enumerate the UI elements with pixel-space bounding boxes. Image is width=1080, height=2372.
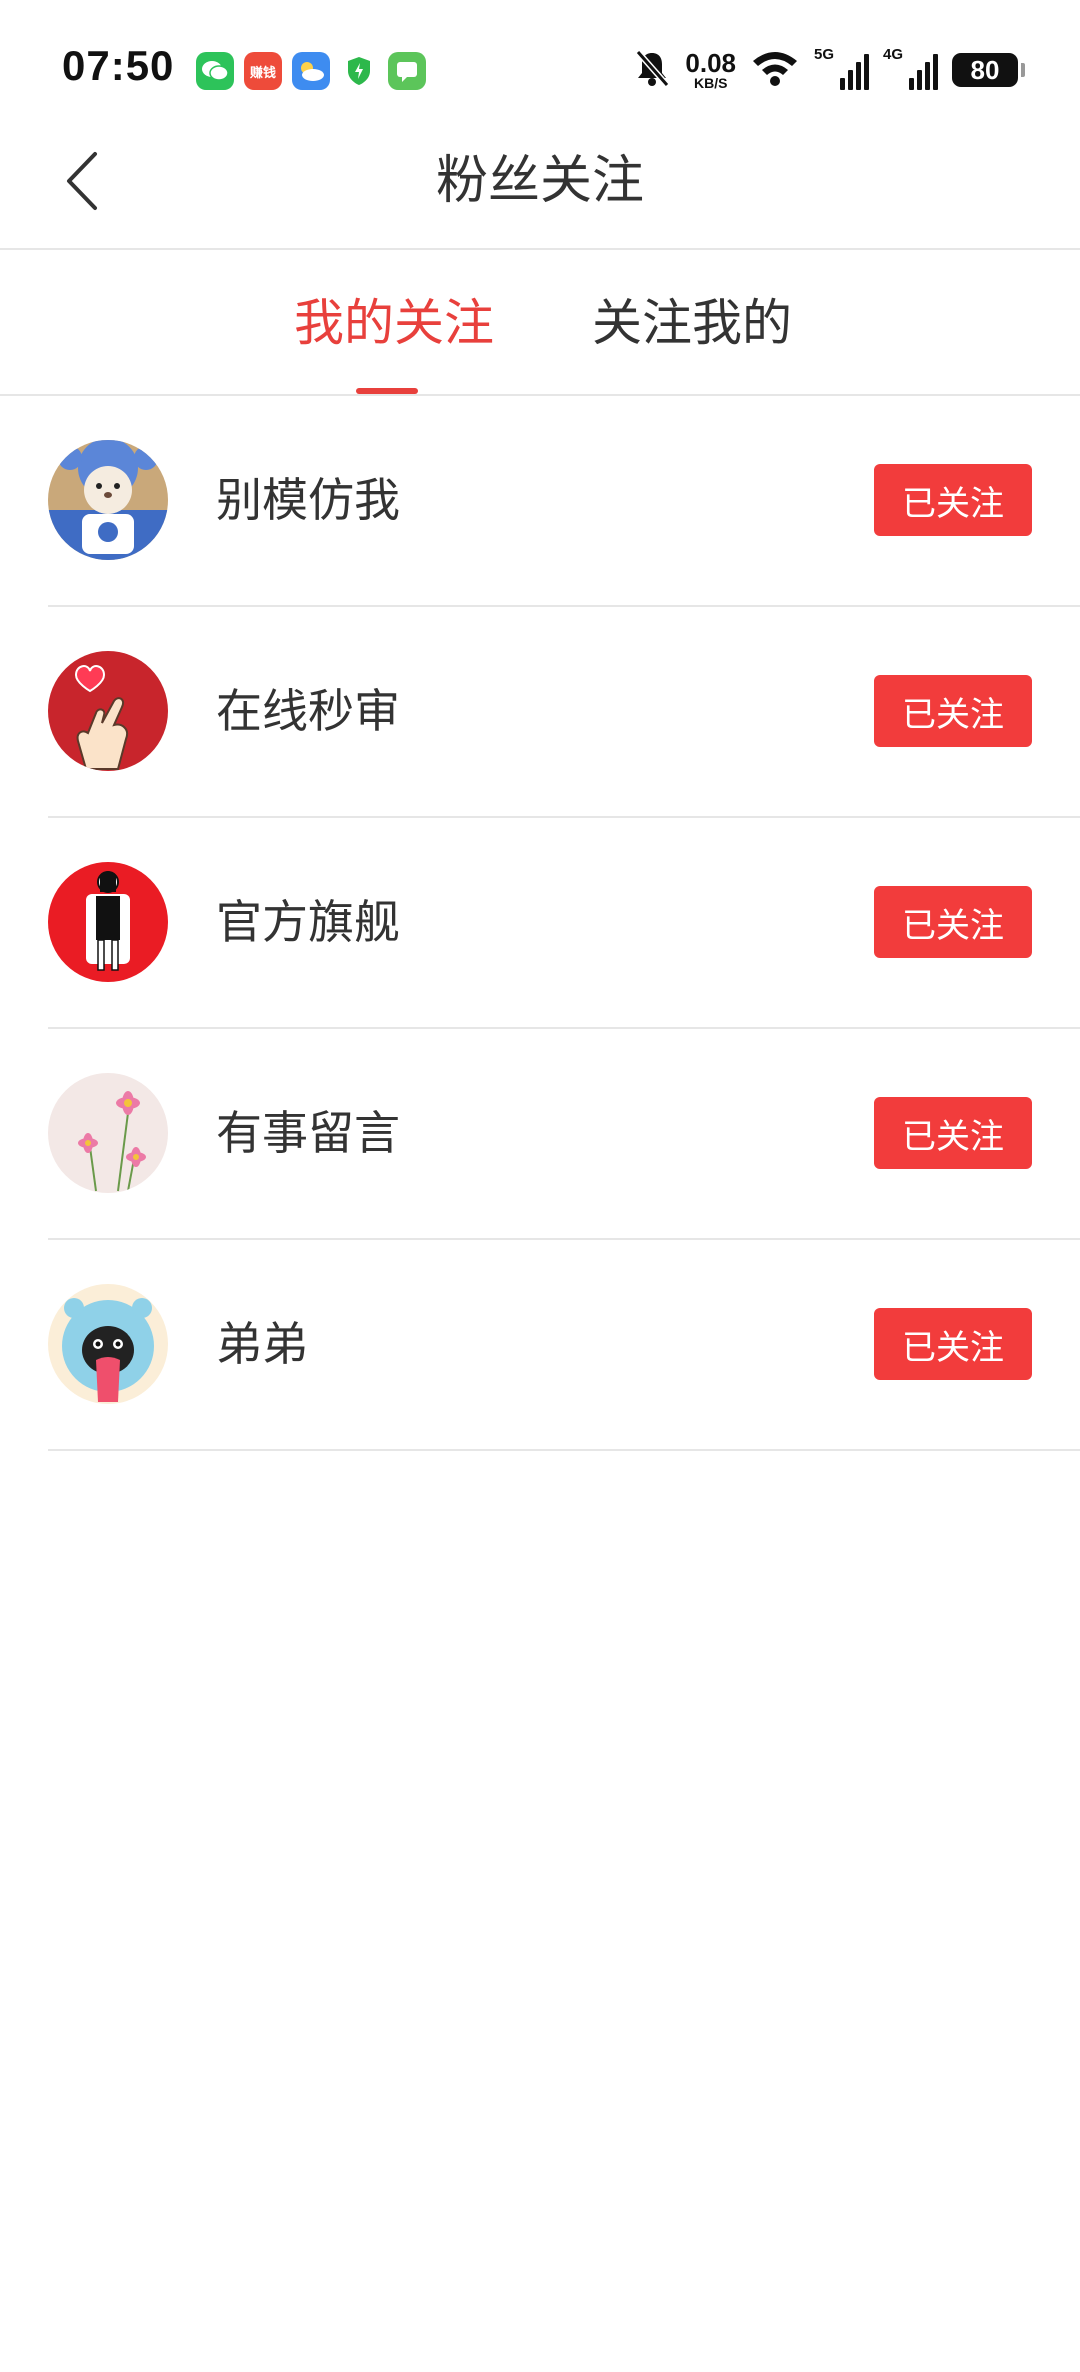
tab-my-following[interactable]: 我的关注 <box>294 288 494 358</box>
tab-bar: 我的关注 关注我的 <box>0 252 1080 396</box>
user-name[interactable]: 别模仿我 <box>216 468 400 532</box>
avatar[interactable] <box>48 862 168 982</box>
list-item[interactable]: 有事留言 已关注 <box>48 1029 1080 1240</box>
wechat-icon <box>196 52 234 90</box>
followed-button[interactable]: 已关注 <box>874 464 1032 536</box>
user-name[interactable]: 弟弟 <box>216 1312 308 1376</box>
system-status: 0.08 KB/S 5G 4G 80 <box>633 46 1025 92</box>
network-speed-value: 0.08 <box>685 48 736 78</box>
earn-money-icon: 赚钱 <box>244 52 282 90</box>
notification-icons: 赚钱 <box>196 52 426 90</box>
network-speed: 0.08 KB/S <box>685 50 736 90</box>
mute-bell-icon <box>633 48 671 92</box>
signal-bar <box>848 70 853 90</box>
signal-5g-label: 5G <box>814 46 835 63</box>
avatar[interactable] <box>48 1284 168 1404</box>
followed-button[interactable]: 已关注 <box>874 1097 1032 1169</box>
clock: 07:50 <box>62 42 175 89</box>
followed-button[interactable]: 已关注 <box>874 1308 1032 1380</box>
signal-bar <box>925 62 930 90</box>
signal-4g-icon: 4G <box>883 46 938 90</box>
signal-5g-icon: 5G <box>814 46 869 90</box>
signal-bar <box>840 78 845 90</box>
avatar[interactable] <box>48 1073 168 1193</box>
user-name[interactable]: 官方旗舰 <box>216 890 400 954</box>
message-icon <box>388 52 426 90</box>
wifi-icon <box>750 49 800 91</box>
list-item[interactable]: 别模仿我 已关注 <box>48 396 1080 607</box>
security-shield-icon <box>340 52 378 90</box>
follow-list: 别模仿我 已关注 在线秒审 已关注 官方旗舰 已关注 有事留言 已关注 弟弟 已… <box>0 396 1080 1451</box>
followed-button[interactable]: 已关注 <box>874 886 1032 958</box>
flowers-avatar <box>48 1073 168 1193</box>
user-name[interactable]: 在线秒审 <box>216 679 400 743</box>
signal-bar <box>864 54 869 90</box>
penguin-hat-avatar <box>48 1284 168 1404</box>
battery-level: 80 <box>970 54 1000 85</box>
earn-icon-label: 赚钱 <box>249 65 276 81</box>
active-tab-indicator <box>356 388 418 394</box>
user-name[interactable]: 有事留言 <box>216 1101 400 1165</box>
signal-bar <box>917 70 922 90</box>
network-speed-unit: KB/S <box>693 75 728 91</box>
battery-icon: 80 <box>952 53 1025 87</box>
person-red-avatar <box>48 862 168 982</box>
app-header: 粉丝关注 <box>0 120 1080 250</box>
status-bar: 07:50 赚钱 0.08 KB/S 5G 4G 80 <box>0 0 1080 120</box>
signal-bar <box>856 62 861 90</box>
list-item[interactable]: 弟弟 已关注 <box>48 1240 1080 1451</box>
followed-button[interactable]: 已关注 <box>874 675 1032 747</box>
list-item[interactable]: 官方旗舰 已关注 <box>48 818 1080 1029</box>
tab-followers[interactable]: 关注我的 <box>592 288 792 358</box>
list-item[interactable]: 在线秒审 已关注 <box>48 607 1080 818</box>
signal-4g-label: 4G <box>883 46 904 63</box>
signal-bar <box>909 78 914 90</box>
avatar[interactable] <box>48 651 168 771</box>
avatar[interactable] <box>48 440 168 560</box>
page-title: 粉丝关注 <box>435 151 644 211</box>
signal-bar <box>933 54 938 90</box>
heart-finger-avatar <box>48 651 168 771</box>
weather-icon <box>292 52 330 90</box>
teddy-bear-avatar <box>48 440 168 560</box>
